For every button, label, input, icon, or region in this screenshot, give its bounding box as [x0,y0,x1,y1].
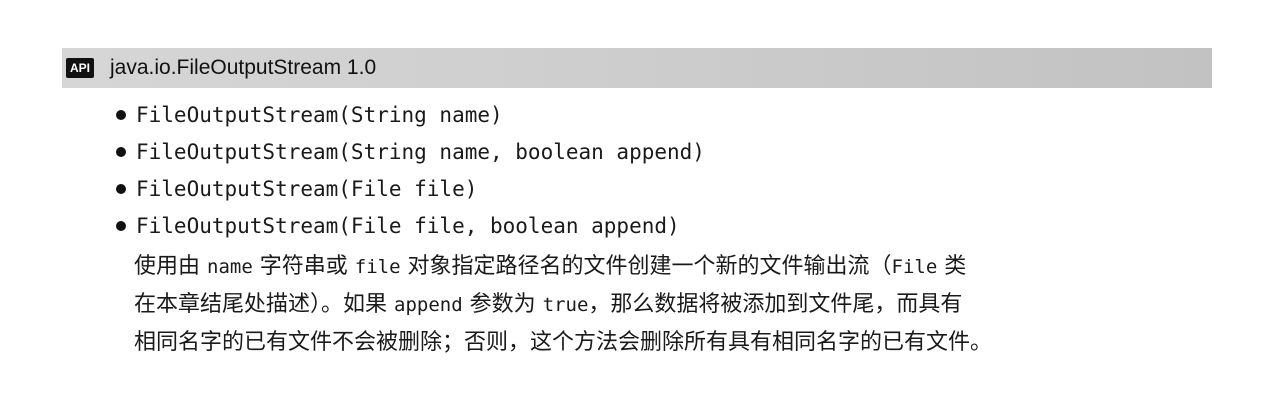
method-item: FileOutputStream(File file) [116,170,705,207]
bullet-icon [116,220,126,231]
method-signature: FileOutputStream(String name, boolean ap… [136,139,705,164]
method-list: FileOutputStream(String name) FileOutput… [116,96,705,244]
method-signature: FileOutputStream(File file, boolean appe… [136,213,680,238]
text-segment: 对象指定路径名的文件创建一个新的文件输出流（ [400,254,892,279]
description-line-1: 使用由 name 字符串或 file 对象指定路径名的文件创建一个新的文件输出流… [134,248,1219,286]
description-line-2: 在本章结尾处描述）。如果 append 参数为 true，那么数据将被添加到文件… [134,286,1219,324]
text-segment: 类 [937,254,967,279]
text-segment: 字符串或 [252,254,355,279]
inline-code: file [354,256,401,278]
method-item: FileOutputStream(String name, boolean ap… [116,133,705,170]
inline-code: File [891,256,938,278]
bullet-icon [116,109,126,120]
inline-code: append [394,294,463,316]
text-segment: 参数为 [462,292,543,317]
text-segment: ，那么数据将被添加到文件尾，而具有 [588,292,963,317]
api-header: API java.io.FileOutputStream 1.0 [62,48,1212,88]
inline-code: true [542,294,589,316]
method-signature: FileOutputStream(File file) [136,176,478,201]
method-item: FileOutputStream(String name) [116,96,705,133]
bullet-icon [116,146,126,157]
text-segment: 在本章结尾处描述）。如果 [134,292,394,317]
inline-code: name [207,256,253,278]
method-item: FileOutputStream(File file, boolean appe… [116,207,705,244]
api-badge-icon: API [66,58,94,78]
bullet-icon [116,183,126,194]
api-class-title: java.io.FileOutputStream 1.0 [110,56,377,79]
text-segment: 使用由 [134,254,207,279]
description-line-3: 相同名字的已有文件不会被删除；否则，这个方法会删除所有具有相同名字的已有文件。 [134,330,993,355]
method-signature: FileOutputStream(String name) [136,102,503,127]
method-description: 使用由 name 字符串或 file 对象指定路径名的文件创建一个新的文件输出流… [134,248,1219,361]
